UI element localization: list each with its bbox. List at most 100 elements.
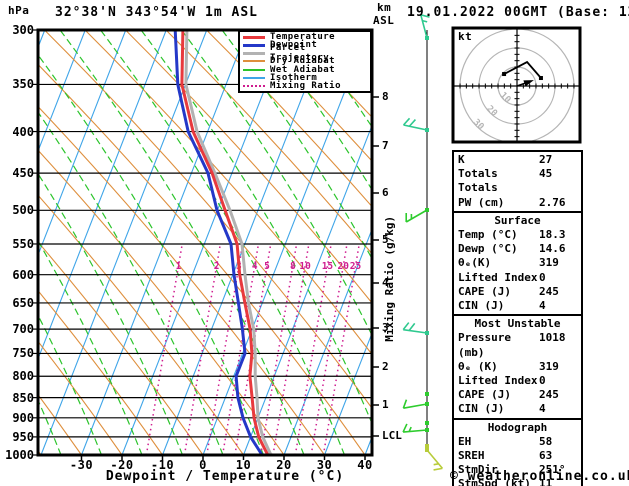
indices-row: CIN (J) 4 bbox=[454, 402, 581, 416]
mixing-ratio-value: 25 bbox=[350, 261, 362, 272]
km-tick-label: 1 bbox=[382, 398, 389, 411]
pressure-tick-label: 1000 bbox=[5, 448, 34, 462]
temp-tick-label: -20 bbox=[110, 458, 134, 472]
indices-row-label: SREH bbox=[458, 449, 485, 463]
pressure-tick-label: 450 bbox=[12, 166, 34, 181]
indices-row-label: CAPE (J) bbox=[458, 284, 511, 298]
indices-row-value: 245 bbox=[539, 388, 559, 402]
wind-barb-column bbox=[402, 14, 444, 471]
mixing-ratio-value: 8 bbox=[290, 261, 296, 272]
pressure-unit-label: hPa bbox=[8, 4, 30, 17]
wind-level-dot bbox=[425, 421, 429, 425]
hodograph-marker bbox=[502, 72, 507, 77]
mixing-ratio-value: 1 bbox=[176, 261, 182, 272]
indices-section: K 27 Totals Totals 45 PW (cm) 2.76 bbox=[452, 150, 583, 213]
hodograph-ring-label: 30 bbox=[471, 118, 486, 133]
indices-row: θₑ(K) 319 bbox=[454, 256, 581, 270]
wind-barb bbox=[402, 399, 428, 409]
pressure-tick-label: 950 bbox=[12, 429, 34, 444]
hodograph-ring-label: 20 bbox=[484, 104, 499, 119]
indices-row-value: 0 bbox=[539, 270, 546, 284]
legend-item: Mixing Ratio bbox=[243, 80, 370, 91]
indices-row: Pressure (mb) 1018 bbox=[454, 331, 581, 359]
station-title: 32°38'N 343°54'W 1m ASL bbox=[55, 5, 259, 20]
km-axis-unit: km bbox=[377, 1, 392, 14]
indices-row-value: 2.76 bbox=[539, 195, 566, 209]
indices-row: Dewp (°C) 14.6 bbox=[454, 242, 581, 256]
indices-row-label: EH bbox=[458, 434, 472, 448]
indices-row-label: CIN (J) bbox=[458, 402, 505, 416]
indices-row-label: Totals Totals bbox=[458, 167, 498, 195]
mixing-ratio-value: 5 bbox=[264, 261, 270, 272]
lcl-label: LCL bbox=[382, 429, 402, 442]
indices-row: SREH 63 bbox=[454, 449, 581, 463]
legend-line-sample bbox=[243, 35, 265, 39]
indices-row: CAPE (J) 245 bbox=[454, 285, 581, 299]
indices-row-label: CAPE (J) bbox=[458, 388, 511, 402]
pressure-tick-label: 650 bbox=[12, 295, 34, 310]
indices-section-header: Surface bbox=[494, 213, 541, 227]
pressure-tick-label: 800 bbox=[12, 369, 34, 384]
legend-line-sample bbox=[243, 51, 265, 55]
mixing-ratio-value: 15 bbox=[322, 261, 334, 272]
mixing-ratio-value: 20 bbox=[338, 261, 350, 272]
indices-row: EH 58 bbox=[454, 435, 581, 449]
indices-row-label: Dewp (°C) bbox=[458, 242, 518, 256]
km-tick-label: 5 bbox=[382, 233, 389, 246]
wind-barb bbox=[405, 209, 428, 223]
indices-row: Lifted Index 0 bbox=[454, 374, 581, 388]
indices-row: CIN (J) 4 bbox=[454, 299, 581, 313]
pressure-tick-label: 600 bbox=[12, 267, 34, 282]
skewt-sounding-app: 1 2 3 4 5 8 10 15 20 25 10 20 30 hPa 32°38'N 343°54'… bbox=[0, 0, 629, 486]
mixing-ratio-value: 10 bbox=[299, 261, 311, 272]
wind-level-dot bbox=[425, 444, 429, 448]
temp-tick-label: 20 bbox=[276, 458, 292, 472]
indices-row-value: 319 bbox=[539, 256, 559, 270]
temp-tick-label: 0 bbox=[199, 458, 207, 472]
indices-row-label: PW (cm) bbox=[458, 195, 505, 209]
pressure-tick-label: 900 bbox=[12, 410, 34, 425]
indices-row-value: 14.6 bbox=[539, 242, 566, 256]
indices-row-label: θₑ (K) bbox=[458, 359, 498, 373]
temp-tick-label: -30 bbox=[69, 458, 94, 472]
indices-row: CAPE (J) 245 bbox=[454, 388, 581, 402]
wind-barb bbox=[426, 449, 444, 471]
mixing-ratio-value: 2 bbox=[214, 261, 220, 272]
legend-line-sample bbox=[243, 68, 265, 71]
indices-row-value: 45 bbox=[539, 167, 553, 181]
indices-row-value: 319 bbox=[539, 359, 559, 373]
indices-row: Totals Totals 45 bbox=[454, 167, 581, 195]
pressure-tick-label: 550 bbox=[12, 236, 34, 251]
km-tick-label: 3 bbox=[382, 321, 389, 334]
indices-row-value: 63 bbox=[539, 449, 553, 463]
indices-row-value: 27 bbox=[539, 153, 553, 166]
indices-section: Surface Temp (°C) 18.3 Dewp (°C) 14.6 θₑ(K) 31… bbox=[452, 210, 583, 317]
indices-row-value: 1018 bbox=[539, 331, 566, 345]
indices-row: K 27 bbox=[454, 153, 581, 167]
indices-row-value: 58 bbox=[539, 434, 553, 448]
pressure-tick-label: 400 bbox=[12, 124, 34, 139]
temp-tick-label: 10 bbox=[235, 458, 252, 472]
indices-row: PW (cm) 2.76 bbox=[454, 196, 581, 210]
pressure-tick-label: 700 bbox=[12, 322, 34, 337]
wind-barb bbox=[402, 322, 428, 334]
indices-section: Most Unstable Pressure (mb) 1018 θₑ (K) 319 L… bbox=[452, 314, 583, 420]
indices-row-label: K bbox=[458, 153, 465, 166]
indices-row-value: 4 bbox=[539, 402, 546, 416]
legend-line-sample bbox=[243, 43, 265, 47]
pressure-tick-label: 300 bbox=[12, 23, 34, 37]
hodograph-trace bbox=[503, 60, 542, 79]
wind-barb bbox=[402, 423, 428, 433]
indices-row-label: Temp (°C) bbox=[458, 228, 518, 242]
legend-item-label: Mixing Ratio bbox=[270, 80, 342, 91]
temp-tick-label: 40 bbox=[357, 458, 373, 472]
temp-tick-label: 30 bbox=[316, 458, 333, 472]
legend-line-sample bbox=[243, 60, 265, 63]
km-tick-label: 4 bbox=[382, 276, 389, 289]
indices-tables: K 27 Totals Totals 45 PW (cm) 2.76 Surface Temp… bbox=[452, 150, 583, 486]
indices-row-value: 18.3 bbox=[539, 228, 566, 242]
legend-line-sample bbox=[243, 84, 265, 87]
sounding-curves bbox=[173, 30, 273, 455]
hodograph-unit-label: kt bbox=[458, 30, 473, 43]
pressure-tick-label: 500 bbox=[12, 203, 34, 218]
